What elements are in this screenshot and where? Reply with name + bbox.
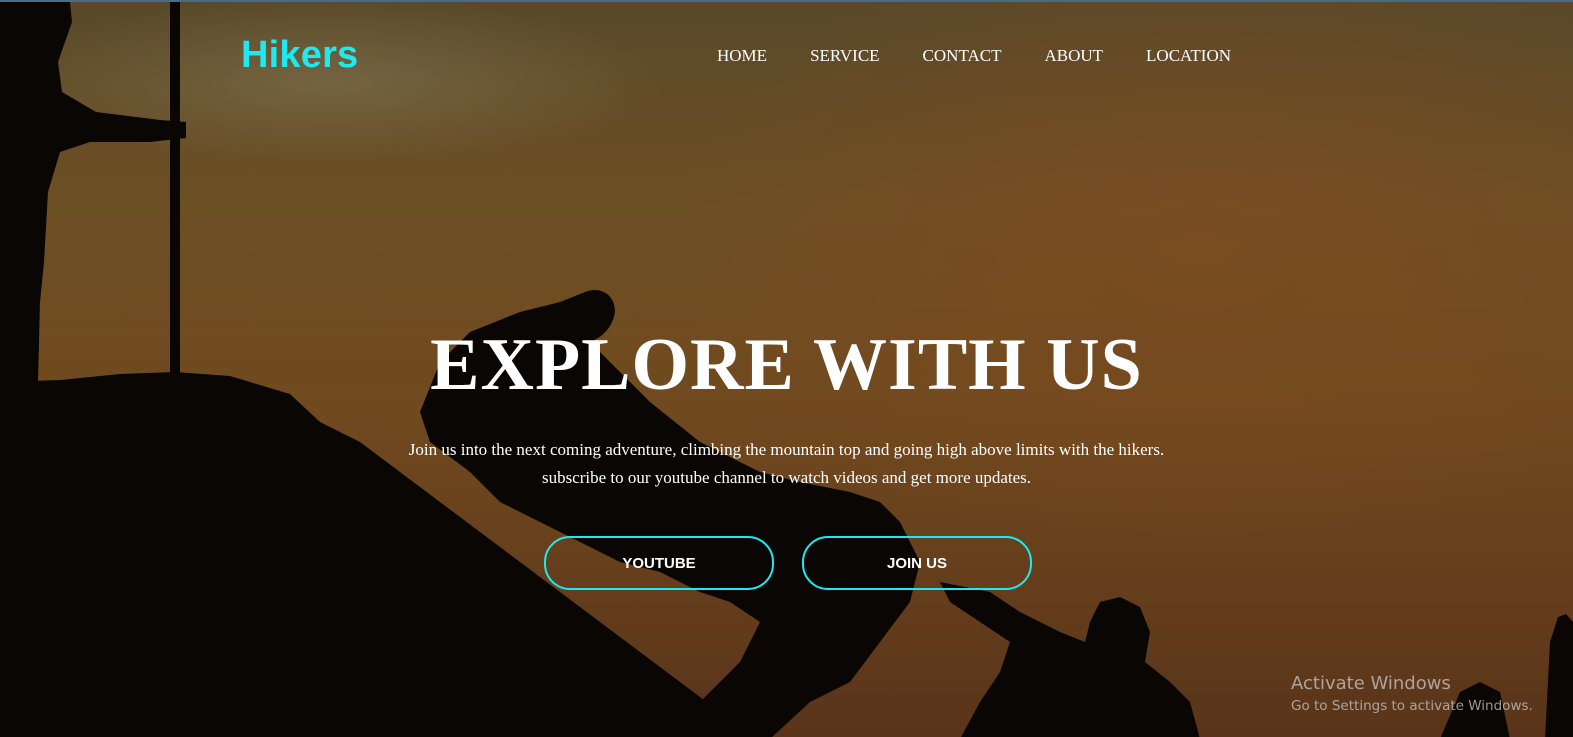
hero-section: Hikers HOME SERVICE CONTACT ABOUT LOCATI… xyxy=(0,0,1573,737)
hero-description: Join us into the next coming adventure, … xyxy=(0,436,1573,492)
windows-activation-watermark: Activate Windows Go to Settings to activ… xyxy=(1291,672,1533,716)
main-nav: HOME SERVICE CONTACT ABOUT LOCATION xyxy=(717,46,1274,66)
watermark-title: Activate Windows xyxy=(1291,673,1451,694)
nav-item-location[interactable]: LOCATION xyxy=(1146,46,1231,66)
watermark-subtitle: Go to Settings to activate Windows. xyxy=(1291,698,1533,714)
hero-description-line-2: subscribe to our youtube channel to watc… xyxy=(541,468,1032,487)
hero-description-line-1: Join us into the next coming adventure, … xyxy=(408,440,1165,459)
nav-item-service[interactable]: SERVICE xyxy=(810,46,879,66)
hero-title: EXPLORE WITH US xyxy=(430,324,1143,406)
hero-buttons: YOUTUBE JOIN US xyxy=(0,536,1573,590)
join-us-button[interactable]: JOIN US xyxy=(802,536,1032,590)
nav-item-about[interactable]: ABOUT xyxy=(1044,46,1103,66)
nav-item-contact[interactable]: CONTACT xyxy=(923,46,1002,66)
nav-item-home[interactable]: HOME xyxy=(717,46,767,66)
hero-content: EXPLORE WITH US Join us into the next co… xyxy=(0,320,1573,590)
youtube-button[interactable]: YOUTUBE xyxy=(544,536,774,590)
brand-logo[interactable]: Hikers xyxy=(241,34,358,77)
